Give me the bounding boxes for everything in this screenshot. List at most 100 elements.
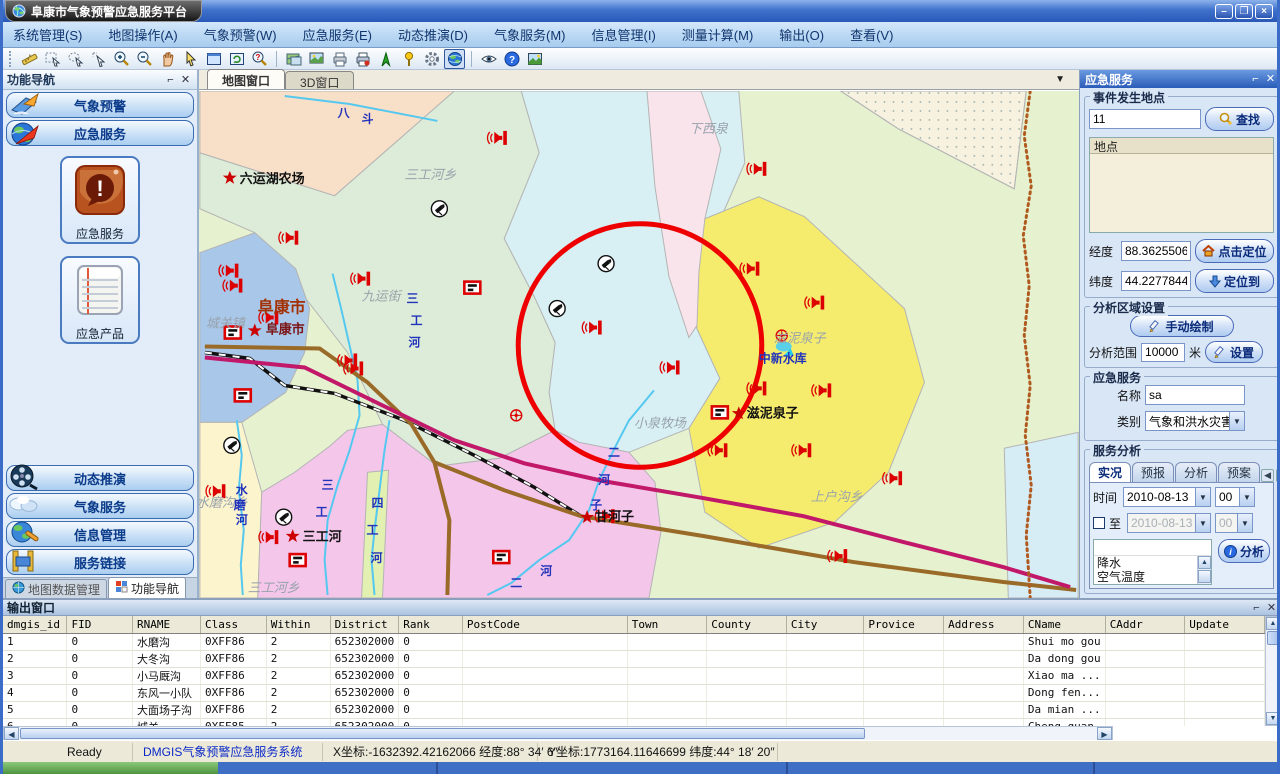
nav-group-气象服务[interactable]: 气象服务 <box>6 493 194 519</box>
map-canvas[interactable]: 八斗三工河乡下西泉六运湖农场九运街城关镇阜康市阜康市滋泥泉子中新水库滋泥泉子小泉… <box>199 90 1079 598</box>
locate-to-button[interactable]: 定位到 <box>1195 269 1274 293</box>
analysis-tab-分析[interactable]: 分析 <box>1175 462 1217 482</box>
scroll-thumb[interactable] <box>1198 570 1211 583</box>
map-tab-地图窗口[interactable]: 地图窗口 <box>207 69 285 89</box>
help-icon[interactable]: ? <box>501 49 522 69</box>
tab-scroll-arrows[interactable]: ◀▶ <box>1261 469 1280 482</box>
identify-icon[interactable]: ? <box>249 49 270 69</box>
column-header-Rank[interactable]: Rank <box>399 616 463 633</box>
chevron-down-icon[interactable]: ▼ <box>1055 74 1065 85</box>
longitude-input[interactable] <box>1121 241 1191 261</box>
hour-select[interactable]: 00▼ <box>1215 487 1255 507</box>
horizontal-scrollbar[interactable]: ◀ ▶ <box>3 726 1113 741</box>
close-icon[interactable]: ✕ <box>178 73 193 87</box>
restore-button[interactable]: ❐ <box>1235 4 1253 19</box>
minimize-button[interactable]: – <box>1215 4 1233 19</box>
scene-icon[interactable] <box>524 49 545 69</box>
analysis-tab-预报[interactable]: 预报 <box>1132 462 1174 482</box>
map-tab-3D窗口[interactable]: 3D窗口 <box>285 71 354 89</box>
service-type-select[interactable]: 气象和洪水灾害 ▼ <box>1145 411 1245 431</box>
table-row[interactable]: 30小马厩沟0XFF8626523020000Xiao ma ... <box>3 667 1265 684</box>
pointer-icon[interactable] <box>180 49 201 69</box>
refresh-icon[interactable] <box>226 49 247 69</box>
service-name-input[interactable] <box>1145 385 1245 405</box>
menu-item[interactable]: 测量计算(M) <box>682 25 754 44</box>
column-header-CAddr[interactable]: CAddr <box>1105 616 1185 633</box>
range-input[interactable] <box>1141 343 1185 362</box>
pan-icon[interactable] <box>157 49 178 69</box>
pin-icon[interactable]: ⌐ <box>163 73 178 87</box>
export-image-icon[interactable] <box>306 49 327 69</box>
eye-icon[interactable] <box>478 49 499 69</box>
column-header-Class[interactable]: Class <box>201 616 267 633</box>
camera-marker-icon[interactable] <box>598 256 614 272</box>
column-header-dmgis_id[interactable]: dmgis_id <box>3 616 67 633</box>
menu-item[interactable]: 系统管理(S) <box>13 25 82 44</box>
scroll-right-icon[interactable]: ▶ <box>1097 727 1112 740</box>
flag-marker-icon[interactable] <box>712 406 728 418</box>
zoom-out-icon[interactable] <box>134 49 155 69</box>
flag-marker-icon[interactable] <box>493 551 509 563</box>
globe-icon[interactable] <box>444 49 465 69</box>
column-header-County[interactable]: County <box>707 616 787 633</box>
column-header-Provice[interactable]: Provice <box>864 616 944 633</box>
flag-marker-icon[interactable] <box>464 282 480 294</box>
analysis-tab-预案[interactable]: 预案 <box>1218 462 1260 482</box>
latitude-input[interactable] <box>1121 271 1191 291</box>
gps-arrow-icon[interactable] <box>375 49 396 69</box>
zoom-in-icon[interactable] <box>111 49 132 69</box>
menu-item[interactable]: 气象服务(M) <box>494 25 566 44</box>
nav-group-气象预警[interactable]: 气象预警 <box>6 92 194 118</box>
column-header-Update[interactable]: Update <box>1185 616 1265 633</box>
scroll-up-icon[interactable]: ▲ <box>1198 556 1211 569</box>
scroll-down-icon[interactable]: ▼ <box>1266 712 1280 725</box>
menu-item[interactable]: 动态推演(D) <box>398 25 468 44</box>
wheel-marker-icon[interactable] <box>511 410 522 421</box>
close-icon[interactable]: ✕ <box>1264 601 1279 615</box>
close-button[interactable]: × <box>1255 4 1273 19</box>
scroll-thumb[interactable] <box>1267 631 1279 645</box>
list-item[interactable]: 空气温度 <box>1094 570 1211 584</box>
tool-应急产品[interactable]: 应急产品 <box>60 256 140 344</box>
panel-tab-地图数据管理[interactable]: 地图数据管理 <box>5 579 107 598</box>
menu-item[interactable]: 应急服务(E) <box>303 25 372 44</box>
nav-group-服务链接[interactable]: 服务链接 <box>6 549 194 575</box>
flag-marker-icon[interactable] <box>290 554 306 566</box>
list-scrollbar[interactable]: ▲ <box>1197 556 1211 584</box>
table-row[interactable]: 60城关0XFF8526523020000Cheng guan <box>3 718 1265 726</box>
scroll-left-icon[interactable]: ◀ <box>4 727 19 740</box>
tab-scroll-right-icon[interactable]: ▶ <box>1276 469 1280 482</box>
list-item[interactable]: 降水 <box>1094 556 1211 570</box>
select-cursor-icon[interactable] <box>88 49 109 69</box>
flag-marker-icon[interactable] <box>235 389 251 401</box>
analysis-tab-实况[interactable]: 实况 <box>1089 462 1131 482</box>
menu-item[interactable]: 气象预警(W) <box>204 25 277 44</box>
column-header-PostCode[interactable]: PostCode <box>462 616 627 633</box>
vertical-scrollbar[interactable]: ▲ ▼ <box>1265 616 1280 726</box>
find-button[interactable]: 查找 <box>1205 107 1274 131</box>
column-header-City[interactable]: City <box>786 616 864 633</box>
camera-marker-icon[interactable] <box>431 201 447 217</box>
close-icon[interactable]: ✕ <box>1263 72 1278 86</box>
column-header-Within[interactable]: Within <box>266 616 330 633</box>
menu-item[interactable]: 查看(V) <box>850 25 893 44</box>
nav-group-信息管理[interactable]: 信息管理 <box>6 521 194 547</box>
pin-icon[interactable]: ⌐ <box>1248 72 1263 86</box>
tab-scroll-left-icon[interactable]: ◀ <box>1261 469 1274 482</box>
print-icon[interactable] <box>329 49 350 69</box>
panel-tab-功能导航[interactable]: 功能导航 <box>108 577 186 598</box>
scroll-up-icon[interactable]: ▲ <box>1266 617 1280 630</box>
camera-marker-icon[interactable] <box>276 509 292 525</box>
to-checkbox[interactable] <box>1093 517 1105 529</box>
column-header-RNAME[interactable]: RNAME <box>133 616 201 633</box>
table-row[interactable]: 50大面场子沟0XFF8626523020000Da mian ... <box>3 701 1265 718</box>
table-row[interactable]: 20大冬沟0XFF8626523020000Da dong gou <box>3 650 1265 667</box>
menu-item[interactable]: 输出(O) <box>779 25 824 44</box>
scroll-thumb[interactable] <box>20 728 865 739</box>
column-header-District[interactable]: District <box>330 616 399 633</box>
camera-marker-icon[interactable] <box>549 301 565 317</box>
nav-group-应急服务[interactable]: 应急服务 <box>6 120 194 146</box>
table-row[interactable]: 10水磨沟0XFF8626523020000Shui mo gou <box>3 633 1265 650</box>
date-select[interactable]: 2010-08-13▼ <box>1123 487 1211 507</box>
quick-print-icon[interactable] <box>352 49 373 69</box>
